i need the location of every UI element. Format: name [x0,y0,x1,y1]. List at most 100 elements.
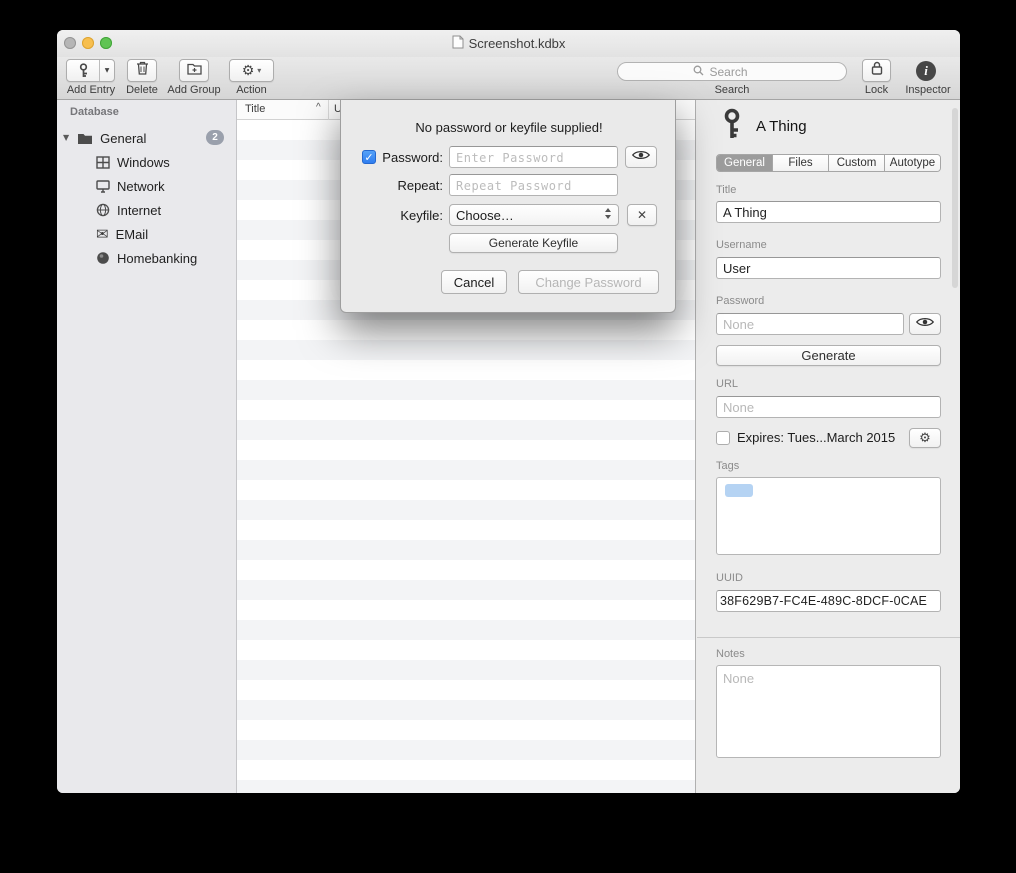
lock-icon [871,61,883,80]
sidebar: Database ▼ General 2 Windows Network [57,100,237,793]
action-label: Action [229,84,274,97]
sidebar-item-label: Internet [117,203,161,218]
add-entry-label: Add Entry [61,84,121,97]
repeat-label: Repeat: [377,178,443,193]
action-button[interactable]: ⚙ ▾ [229,59,274,82]
close-x-icon: ✕ [637,209,647,221]
uuid-field[interactable] [716,590,941,612]
sidebar-item-label: Homebanking [117,251,197,266]
title-field-label: Title [716,184,736,196]
info-icon: i [924,63,928,79]
lock-button[interactable] [862,59,891,82]
repeat-password-input[interactable] [449,174,618,196]
notes-field-label: Notes [716,648,745,660]
sidebar-item-internet[interactable]: Internet [57,198,237,222]
add-entry-button[interactable]: ▼ [66,59,115,82]
expires-label: Expires: Tues...March 2015 [737,430,895,445]
inspector-scrollbar[interactable] [952,108,958,288]
eye-icon [632,148,650,166]
expires-checkbox[interactable] [716,431,730,445]
sidebar-header: Database [70,106,119,118]
keyfile-popup[interactable]: Choose… [449,204,619,226]
windows-icon [96,156,110,169]
sidebar-item-windows[interactable]: Windows [57,150,237,174]
expires-settings-button[interactable]: ⚙ [909,428,941,448]
search-input[interactable] [708,64,772,80]
change-password-button[interactable]: Change Password [518,270,659,294]
sort-ascending-icon: ^ [316,102,321,113]
notes-field[interactable] [716,665,941,758]
generate-password-button[interactable]: Generate [716,345,941,366]
tags-field[interactable] [716,477,941,555]
tags-field-label: Tags [716,460,739,472]
uuid-field-label: UUID [716,572,743,584]
cancel-button[interactable]: Cancel [441,270,507,294]
sidebar-item-label: General [100,131,146,146]
window-title: Screenshot.kdbx [469,36,566,51]
envelope-icon: ✉ [96,227,109,242]
search-icon [693,63,704,81]
disclosure-triangle-icon[interactable]: ▼ [63,134,69,142]
add-group-button[interactable] [179,59,209,82]
inspector-label: Inspector [900,84,956,97]
key-icon [721,108,743,145]
chevron-down-icon: ▾ [257,67,261,75]
column-header-title[interactable]: Title [245,103,265,115]
sidebar-item-network[interactable]: Network [57,174,237,198]
eye-icon [916,315,934,333]
clear-keyfile-button[interactable]: ✕ [627,204,657,226]
sidebar-item-label: Windows [117,155,170,170]
column-divider[interactable] [328,100,329,120]
delete-button[interactable] [127,59,157,82]
password-checkbox[interactable]: ✓ [362,150,376,164]
title-field[interactable] [716,201,941,223]
tab-files[interactable]: Files [773,155,829,171]
titlebar[interactable]: Screenshot.kdbx [57,30,960,57]
url-field[interactable] [716,396,941,418]
change-password-sheet: No password or keyfile supplied! ✓ Passw… [340,100,676,313]
keyfile-popup-value: Choose… [456,208,514,223]
key-icon [67,63,99,78]
entry-title: A Thing [756,118,807,135]
url-field-label: URL [716,378,738,390]
folder-icon [77,132,93,145]
document-icon [452,35,464,52]
gear-icon: ⚙ [919,432,931,445]
tab-general[interactable]: General [717,155,773,171]
trash-icon [136,61,149,80]
lock-label: Lock [854,84,899,97]
username-field[interactable] [716,257,941,279]
divider [697,637,960,638]
tab-custom[interactable]: Custom [829,155,885,171]
network-icon [96,180,110,193]
keyfile-label: Keyfile: [377,208,443,223]
inspector-panel: A Thing General Files Custom Autotype Ti… [695,100,960,793]
toolbar: ▼ Add Entry Delete Add Group ⚙ ▾ Action [57,57,960,100]
sidebar-item-label: EMail [116,227,149,242]
password-field[interactable] [716,313,904,335]
search-field[interactable] [617,62,847,81]
add-group-label: Add Group [164,84,224,97]
group-count-badge: 2 [206,130,224,145]
sidebar-item-label: Network [117,179,165,194]
check-icon: ✓ [364,151,373,164]
password-field-label: Password [716,295,764,307]
generate-keyfile-button[interactable]: Generate Keyfile [449,233,618,253]
reveal-password-button[interactable] [909,313,941,335]
search-label: Search [617,84,847,97]
inspector-tabs: General Files Custom Autotype [716,154,941,172]
window-title-area: Screenshot.kdbx [57,30,960,57]
gear-icon: ⚙ [242,64,255,78]
new-password-input[interactable] [449,146,618,168]
reveal-password-button[interactable] [625,146,657,168]
folder-plus-icon [187,62,202,80]
inspector-toggle-button[interactable]: i [916,61,936,81]
username-field-label: Username [716,239,767,251]
desktop: { "window": { "title": "Screenshot.kdbx"… [0,0,1016,873]
tag-token[interactable] [725,484,753,497]
tab-autotype[interactable]: Autotype [885,155,940,171]
sidebar-item-email[interactable]: ✉ EMail [57,222,237,246]
chevron-down-icon[interactable]: ▼ [100,68,114,74]
delete-label: Delete [115,84,169,97]
sidebar-item-homebanking[interactable]: Homebanking [57,246,237,270]
